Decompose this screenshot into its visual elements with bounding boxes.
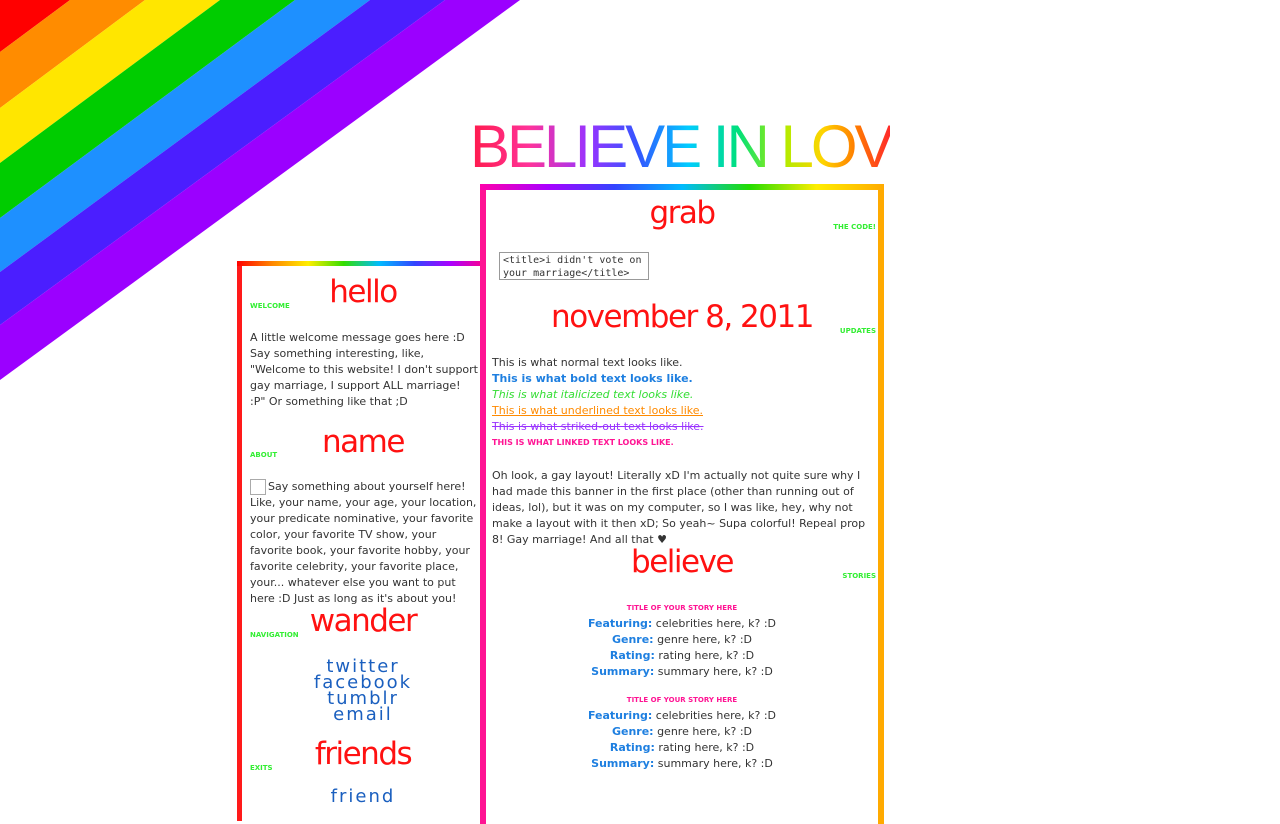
story-entry: TITLE OF YOUR STORY HERE Featuring: cele… bbox=[486, 696, 878, 772]
about-subtitle: ABOUT bbox=[250, 451, 278, 459]
site-banner: BELIEVE IN LOVE bbox=[470, 113, 932, 180]
story-rating: Rating: rating here, k? :D bbox=[609, 649, 755, 662]
story-title[interactable]: TITLE OF YOUR STORY HERE bbox=[486, 604, 878, 612]
the-code-subtitle: THE CODE! bbox=[833, 223, 876, 231]
story-featuring: Featuring: celebrities here, k? :D bbox=[587, 709, 777, 722]
exits-subtitle: EXITS bbox=[250, 764, 273, 772]
text-samples: This is what normal text looks like. Thi… bbox=[492, 355, 872, 451]
story-featuring: Featuring: celebrities here, k? :D bbox=[587, 617, 777, 630]
italic-text-sample: This is what italicized text looks like. bbox=[492, 388, 694, 401]
left-sidebar: hello WELCOME A little welcome message g… bbox=[237, 261, 486, 821]
story-genre: Genre: genre here, k? :D bbox=[611, 633, 753, 646]
underline-text-sample: This is what underlined text looks like. bbox=[492, 404, 703, 417]
exit-links: friend bbox=[242, 788, 484, 806]
navigation-links: twitter facebook tumblr email bbox=[242, 658, 484, 724]
code-textarea[interactable]: <title>i didn't vote on your marriage</t… bbox=[499, 252, 649, 280]
friends-heading: friends bbox=[314, 736, 413, 772]
story-summary: Summary: summary here, k? :D bbox=[591, 665, 773, 678]
navigation-subtitle: NAVIGATION bbox=[250, 631, 299, 639]
stories-subtitle: STORIES bbox=[842, 572, 876, 580]
believe-heading: believe bbox=[631, 544, 734, 580]
story-entry: TITLE OF YOUR STORY HERE Featuring: cele… bbox=[486, 604, 878, 680]
story-genre: Genre: genre here, k? :D bbox=[611, 725, 753, 738]
nav-link-email[interactable]: email bbox=[242, 706, 484, 724]
update-body: Oh look, a gay layout! Literally xD I'm … bbox=[492, 469, 866, 546]
name-heading: name bbox=[322, 424, 405, 460]
grab-heading: grab bbox=[649, 195, 716, 231]
updates-subtitle: UPDATES bbox=[839, 327, 876, 335]
about-block: Say something about yourself here! Like,… bbox=[250, 479, 478, 607]
strike-text-sample: This is what striked-out text looks like… bbox=[492, 420, 704, 433]
date-heading: november 8, 2011 bbox=[551, 299, 814, 335]
story-summary: Summary: summary here, k? :D bbox=[591, 757, 773, 770]
main-content: grab THE CODE! <title>i didn't vote on y… bbox=[480, 184, 884, 824]
story-title[interactable]: TITLE OF YOUR STORY HERE bbox=[486, 696, 878, 704]
link-text-sample[interactable]: THIS IS WHAT LINKED TEXT LOOKS LIKE. bbox=[492, 435, 872, 451]
story-rating: Rating: rating here, k? :D bbox=[609, 741, 755, 754]
exit-link-friend[interactable]: friend bbox=[242, 788, 484, 806]
avatar-image bbox=[250, 479, 266, 495]
welcome-text: A little welcome message goes here :D Sa… bbox=[250, 331, 478, 408]
bold-text-sample: This is what bold text looks like. bbox=[492, 372, 693, 385]
about-text: Say something about yourself here! Like,… bbox=[250, 480, 477, 605]
welcome-subtitle: WELCOME bbox=[250, 302, 290, 310]
normal-text-sample: This is what normal text looks like. bbox=[492, 356, 683, 369]
